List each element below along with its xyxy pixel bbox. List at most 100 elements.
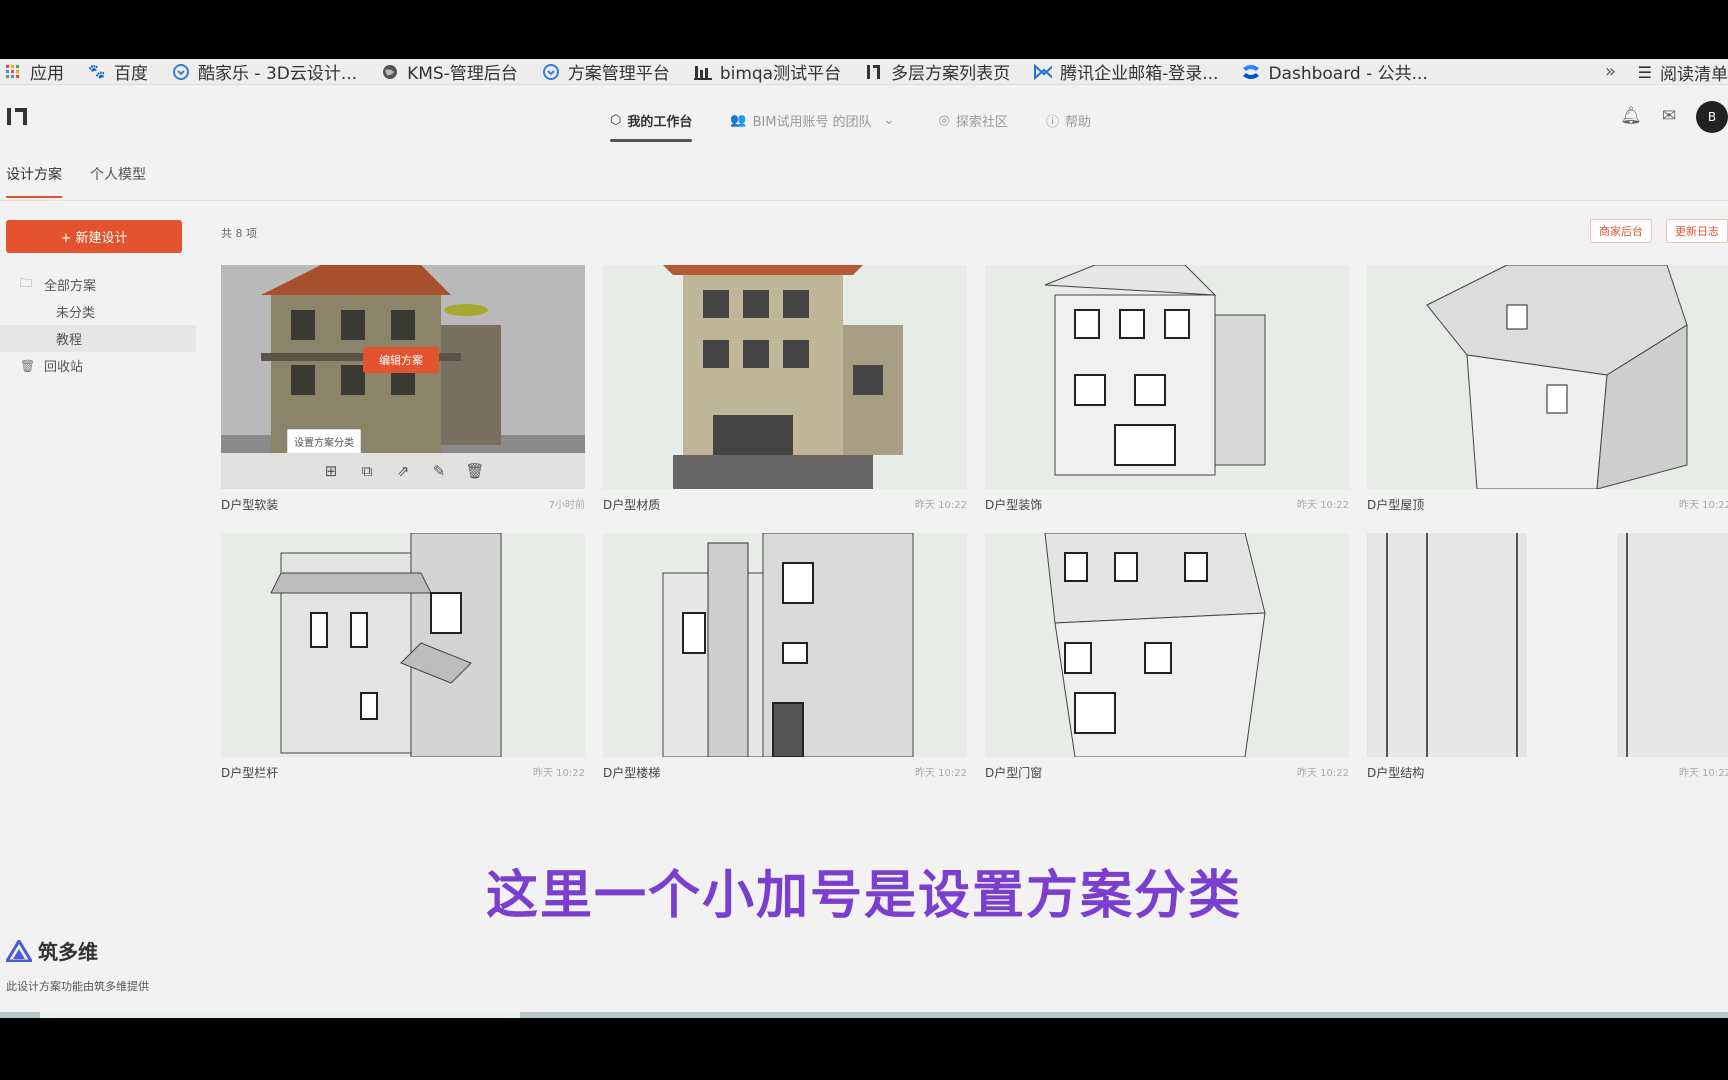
merchant-backend-button[interactable]: 商家后台 [1590,219,1652,243]
scheme-thumbnail[interactable] [603,533,967,757]
bookmark-tencent-mail[interactable]: 腾讯企业邮箱-登录... [1034,59,1218,84]
delete-icon[interactable]: 🗑 [464,460,486,482]
avatar[interactable]: B [1696,101,1728,133]
house-render-image [1426,265,1688,489]
tree-item-label: 全部方案 [44,279,97,294]
bookmark-label: bimqa测试平台 [719,64,842,84]
rename-pencil-icon[interactable]: ✎ [428,460,450,482]
scheme-card[interactable]: D户型材质 昨天 10:22 [603,265,967,513]
tree-item-label: 未分类 [56,306,96,321]
changelog-button[interactable]: 更新日志 [1666,219,1728,243]
progress-segment [40,1012,520,1018]
scheme-thumbnail[interactable] [603,265,967,489]
bookmark-multilayer[interactable]: 多层方案列表页 [865,59,1010,84]
scheme-card[interactable]: 编辑方案 ⊞ ⧉ ⇗ ✎ 🗑 设置方案分类 D户型软装 7小时前 [221,265,585,513]
scheme-thumbnail[interactable] [221,533,585,757]
scheme-name[interactable]: D户型门窗 [985,764,1042,781]
house-render-image [1367,533,1728,757]
tree-item-label: 回收站 [44,360,84,375]
scheme-name[interactable]: D户型楼梯 [603,764,660,781]
scheme-card[interactable]: D户型门窗 昨天 10:22 [985,533,1349,781]
bookmark-bimqa[interactable]: bimqa测试平台 [693,59,842,84]
trash-icon: 🗑 [20,358,36,373]
add-category-icon[interactable]: ⊞ [320,460,342,482]
scheme-count: 共 8 项 [221,227,257,240]
avatar-letter: B [1707,110,1717,124]
scheme-thumbnail[interactable] [985,265,1349,489]
nav-team-dropdown[interactable]: 👥 BIM试用账号 的团队 ⌄ [730,95,900,145]
scheme-name[interactable]: D户型结构 [1367,764,1424,781]
scheme-name[interactable]: D户型装饰 [985,496,1042,513]
bookmark-dashboard[interactable]: Dashboard - 公共... [1242,59,1428,84]
app-window: 应用 🐾 百度 酷家乐 - 3D云设计... KMS-管理后台 方案管理平台 b… [0,59,1728,1016]
kujiale-icon [542,63,560,81]
scheme-time: 7小时前 [548,500,585,511]
scheme-folder-tree: 🗀 全部方案 未分类 教程 🗑 回收站 [0,271,196,379]
bookmark-kms[interactable]: KMS-管理后台 [381,59,518,84]
bookmark-label: 应用 [30,64,64,84]
scheme-name[interactable]: D户型软装 [221,496,278,513]
copy-icon[interactable]: ⧉ [356,460,378,482]
reading-list-button[interactable]: ☰ 阅读清单 [1638,59,1728,85]
nav-explore-community[interactable]: ◎ 探索社区 [939,95,1008,145]
house-render-image [270,533,502,757]
bookmark-label: Dashboard - 公共... [1268,64,1428,84]
scheme-name[interactable]: D户型屋顶 [1367,496,1424,513]
brand-triangle-icon [6,939,32,962]
nav-help[interactable]: ⓘ 帮助 [1046,95,1091,145]
scheme-time: 昨天 10:22 [533,768,585,779]
house-render-image [663,265,903,489]
nav-my-workspace[interactable]: ⬡ 我的工作台 [610,95,693,145]
tree-item-label: 教程 [56,333,83,348]
bookmark-label: 酷家乐 - 3D云设计... [198,64,358,84]
tree-item-all-schemes[interactable]: 🗀 全部方案 [0,271,196,298]
scheme-thumbnail[interactable] [985,533,1349,757]
app-logo-icon[interactable] [6,105,30,127]
kujiale-icon [172,63,190,81]
bell-icon[interactable]: 🔔︎ [1620,106,1642,128]
baidu-paw-icon: 🐾 [88,63,106,80]
house-render-image [1044,533,1266,757]
bookmark-scheme-platform[interactable]: 方案管理平台 [542,59,670,84]
bookmark-baidu[interactable]: 🐾 百度 [88,59,148,85]
scheme-time: 昨天 10:22 [1297,500,1349,511]
apps-grid-icon [4,63,22,81]
bookmarks-more-button[interactable]: » [1605,61,1616,82]
progress-bar [0,1012,1728,1018]
nav-label: 探索社区 [955,114,1008,130]
scheme-thumbnail[interactable]: 编辑方案 ⊞ ⧉ ⇗ ✎ 🗑 设置方案分类 [221,265,585,489]
team-icon: 👥 [730,112,747,128]
globe-icon [381,63,399,81]
scheme-card[interactable]: D户型结构 昨天 10:22 [1367,533,1728,781]
folder-icon: 🗀 [20,276,33,290]
scheme-time: 昨天 10:22 [1297,768,1349,779]
new-design-button[interactable]: + 新建设计 [6,220,182,253]
scheme-card[interactable]: D户型屋顶 昨天 10:22 [1367,265,1728,513]
help-icon: ⓘ [1045,114,1059,130]
tab-personal-models[interactable]: 个人模型 [90,164,146,198]
mail-icon[interactable]: ✉ [1658,106,1680,128]
bookmark-apps[interactable]: 应用 [4,59,64,84]
scheme-card[interactable]: D户型装饰 昨天 10:22 [985,265,1349,513]
set-category-tooltip: 设置方案分类 [287,429,361,454]
tab-design-schemes[interactable]: 设计方案 [6,164,62,198]
house-render-image [1044,265,1266,476]
nav-label: 帮助 [1064,114,1091,130]
scheme-card[interactable]: D户型楼梯 昨天 10:22 [603,533,967,781]
tree-item-uncategorized[interactable]: 未分类 [0,298,196,325]
scheme-card[interactable]: D户型栏杆 昨天 10:22 [221,533,585,781]
top-nav: ⬡ 我的工作台 👥 BIM试用账号 的团队 ⌄ ◎ 探索社区 ⓘ 帮助 🔔︎ ✉… [0,95,1728,145]
scheme-thumbnail[interactable] [1367,265,1728,489]
tree-item-tutorial[interactable]: 教程 [0,325,196,352]
video-subtitle: 这里一个小加号是设置方案分类 [485,866,1242,926]
bookmark-kujiale[interactable]: 酷家乐 - 3D云设计... [172,59,357,84]
tencent-mail-icon [1034,63,1053,81]
tree-item-recycle-bin[interactable]: 🗑 回收站 [0,352,196,379]
share-icon[interactable]: ⇗ [392,460,414,482]
divider [0,200,1728,201]
scheme-name[interactable]: D户型材质 [603,496,660,513]
house-render-image [662,533,914,757]
scheme-thumbnail[interactable] [1367,533,1728,757]
scheme-name[interactable]: D户型栏杆 [221,764,278,781]
edit-scheme-button[interactable]: 编辑方案 [363,347,439,373]
